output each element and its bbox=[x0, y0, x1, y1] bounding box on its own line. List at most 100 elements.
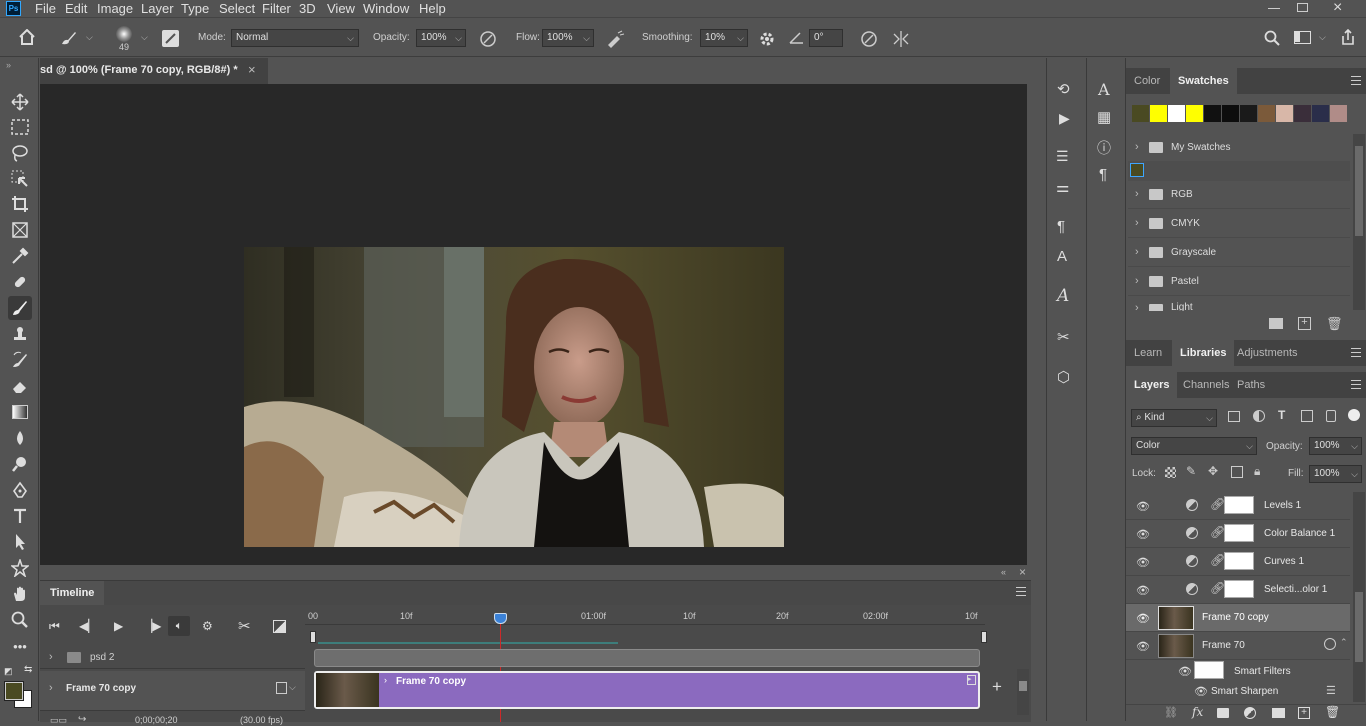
split-scissors-icon[interactable]: ✂︎ bbox=[238, 617, 251, 635]
frame-tool-icon[interactable] bbox=[8, 218, 32, 242]
new-layer-icon[interactable]: + bbox=[1298, 707, 1310, 719]
type-tool-icon[interactable] bbox=[8, 504, 32, 528]
panel-menu-icon[interactable] bbox=[1351, 76, 1361, 85]
eyedropper-tool-icon[interactable] bbox=[8, 244, 32, 268]
opacity-field[interactable]: 100% ⌵ bbox=[416, 29, 466, 47]
mode-select[interactable]: Normal ⌵ bbox=[231, 29, 359, 47]
info-icon[interactable]: ⓘ bbox=[1097, 138, 1111, 158]
chevron-down-icon[interactable]: ⌵ bbox=[141, 32, 148, 43]
link-icon[interactable]: 🔗︎ bbox=[1210, 497, 1225, 511]
layers-scrollbar[interactable] bbox=[1353, 492, 1365, 702]
close-panel-icon[interactable]: × bbox=[1019, 565, 1026, 579]
color-swatch[interactable] bbox=[1204, 105, 1221, 122]
paragraph-style-icon[interactable]: ¶ bbox=[1057, 218, 1065, 235]
path-selection-tool-icon[interactable] bbox=[8, 530, 32, 554]
shape-tool-icon[interactable] bbox=[8, 556, 32, 580]
swatch-group-row[interactable]: › CMYK bbox=[1128, 210, 1350, 238]
eraser-tool-icon[interactable] bbox=[8, 374, 32, 398]
group-track-header[interactable]: › psd 2 bbox=[40, 647, 305, 669]
group-track-bar[interactable] bbox=[314, 649, 980, 667]
swatches-scrollbar[interactable] bbox=[1353, 134, 1365, 310]
layer-row[interactable]: 👁︎ 🔗︎ Curves 1 bbox=[1126, 548, 1350, 576]
previous-frame-icon[interactable]: ◀▏ bbox=[79, 619, 97, 633]
lock-position-icon[interactable]: ✥ bbox=[1208, 464, 1218, 478]
color-swatch[interactable] bbox=[1150, 105, 1167, 122]
filter-pixel-icon[interactable] bbox=[1228, 411, 1240, 422]
menu-help[interactable]: Help bbox=[419, 0, 446, 18]
character-style-icon[interactable]: A bbox=[1057, 248, 1067, 265]
layer-filter-select[interactable]: ⌕ Kind ⌵ bbox=[1131, 409, 1217, 427]
history-brush-tool-icon[interactable] bbox=[8, 348, 32, 372]
canvas-image[interactable] bbox=[244, 247, 784, 547]
crop-tool-icon[interactable] bbox=[8, 192, 32, 216]
tab-color[interactable]: Color bbox=[1126, 68, 1168, 94]
menu-edit[interactable]: Edit bbox=[65, 0, 87, 18]
collapse-icon[interactable]: » bbox=[6, 60, 11, 70]
delete-layer-icon[interactable]: 🗑︎ bbox=[1325, 705, 1340, 719]
filter-blending-options-icon[interactable]: ☰ bbox=[1326, 684, 1336, 697]
chevron-down-icon[interactable]: ⌵ bbox=[289, 682, 296, 693]
smart-filters-row[interactable]: 👁︎ Smart Filters bbox=[1126, 660, 1350, 682]
lock-artboard-icon[interactable] bbox=[1231, 466, 1243, 478]
next-frame-icon[interactable]: ▕▶ bbox=[143, 619, 161, 633]
zoom-tool-icon[interactable] bbox=[8, 608, 32, 632]
chevron-right-icon[interactable]: › bbox=[1135, 302, 1139, 311]
layer-mask-thumbnail[interactable] bbox=[1224, 524, 1254, 542]
add-media-button[interactable]: + bbox=[992, 677, 1002, 697]
chevron-up-icon[interactable]: ⌃ bbox=[1340, 637, 1348, 648]
time-ruler[interactable]: 00 10f 01:00f 10f 20f 02:00f 10f bbox=[305, 609, 985, 625]
actions-play-icon[interactable]: ▶ bbox=[1059, 110, 1070, 127]
link-icon[interactable]: 🔗︎ bbox=[1210, 525, 1225, 539]
layer-row[interactable]: 👁︎ Frame 70 ⌃ bbox=[1126, 632, 1350, 660]
transition-icon[interactable] bbox=[273, 620, 286, 633]
work-area-end-handle[interactable] bbox=[981, 631, 987, 643]
angle-field[interactable]: 0° bbox=[809, 29, 843, 47]
fill-field[interactable]: 100% ⌵ bbox=[1309, 465, 1362, 483]
visibility-eye-icon[interactable]: 👁︎ bbox=[1136, 612, 1150, 625]
lock-all-icon[interactable]: 🔒︎ bbox=[1254, 464, 1260, 479]
color-swatch[interactable] bbox=[1276, 105, 1293, 122]
menu-select[interactable]: Select bbox=[219, 0, 255, 18]
more-tools-icon[interactable]: ••• bbox=[8, 634, 32, 658]
flow-field[interactable]: 100% ⌵ bbox=[542, 29, 594, 47]
layer-mask-thumbnail[interactable] bbox=[1224, 496, 1254, 514]
properties-icon[interactable]: ▦ bbox=[1097, 108, 1111, 126]
chevron-right-icon[interactable]: › bbox=[1135, 246, 1139, 258]
visibility-eye-icon[interactable]: 👁︎ bbox=[1136, 556, 1150, 569]
tab-libraries[interactable]: Libraries bbox=[1172, 340, 1235, 366]
swatch-row-selected[interactable] bbox=[1128, 161, 1350, 181]
filter-toggle-icon[interactable] bbox=[1348, 409, 1360, 421]
symmetry-icon[interactable] bbox=[892, 30, 910, 48]
document-tab[interactable]: sd @ 100% (Frame 70 copy, RGB/8#) * × bbox=[40, 58, 268, 84]
add-mask-icon[interactable] bbox=[1217, 708, 1229, 718]
brush-settings-icon[interactable]: ⚌ bbox=[1056, 178, 1069, 196]
video-clip[interactable]: › Frame 70 copy ▸ bbox=[314, 671, 980, 709]
brush-tip-icon[interactable] bbox=[116, 26, 132, 42]
gear-icon[interactable] bbox=[758, 30, 776, 48]
close-window-icon[interactable]: × bbox=[1333, 0, 1342, 17]
clone-stamp-tool-icon[interactable] bbox=[8, 322, 32, 346]
chevron-right-icon[interactable]: › bbox=[1135, 275, 1139, 287]
brush-preset-icon[interactable] bbox=[60, 30, 78, 46]
chevron-right-icon[interactable]: › bbox=[49, 682, 53, 694]
blur-tool-icon[interactable] bbox=[8, 426, 32, 450]
default-colors-icon[interactable]: ◩ bbox=[4, 666, 13, 677]
menu-type[interactable]: Type bbox=[181, 0, 209, 18]
visibility-eye-icon[interactable]: 👁︎ bbox=[1178, 665, 1192, 678]
tab-learn[interactable]: Learn bbox=[1126, 340, 1170, 366]
healing-brush-tool-icon[interactable] bbox=[8, 270, 32, 294]
filter-type-icon[interactable]: T bbox=[1278, 408, 1285, 422]
filter-smart-object-icon[interactable] bbox=[1326, 410, 1336, 422]
home-icon[interactable] bbox=[18, 29, 36, 45]
color-swatch[interactable] bbox=[1312, 105, 1329, 122]
share-icon[interactable] bbox=[1340, 29, 1356, 46]
color-swatch[interactable] bbox=[1330, 105, 1347, 122]
playhead-handle[interactable] bbox=[494, 613, 507, 624]
visibility-eye-icon[interactable]: 👁︎ bbox=[1136, 584, 1150, 597]
new-adjustment-icon[interactable] bbox=[1244, 707, 1256, 719]
layer-mask-thumbnail[interactable] bbox=[1224, 580, 1254, 598]
fx-icon[interactable]: fx bbox=[1192, 705, 1203, 719]
chevron-down-icon[interactable]: ⌵ bbox=[1319, 32, 1326, 43]
layer-thumbnail[interactable] bbox=[1158, 606, 1194, 630]
blend-mode-select[interactable]: Color ⌵ bbox=[1131, 437, 1257, 455]
